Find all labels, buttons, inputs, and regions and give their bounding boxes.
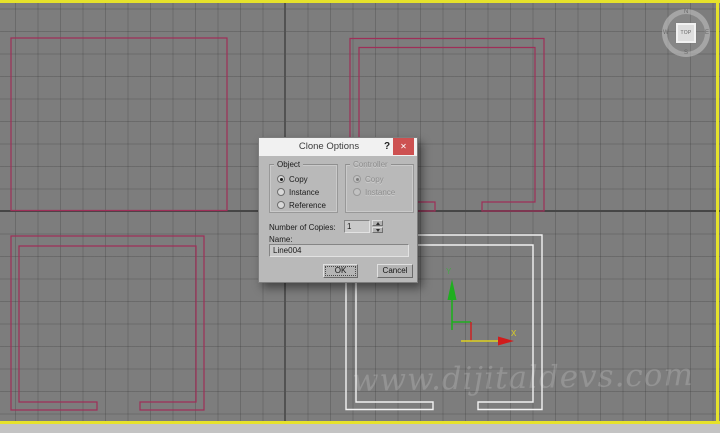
radio-object-reference-label: Reference xyxy=(289,200,326,210)
copies-input[interactable] xyxy=(344,220,370,233)
radio-controller-copy-label: Copy xyxy=(365,174,384,184)
radio-icon xyxy=(353,188,361,196)
radio-icon xyxy=(353,175,361,183)
spline-wall-outline-bottom-left[interactable] xyxy=(10,235,205,411)
radio-icon xyxy=(277,175,285,183)
viewcube-west-label: W xyxy=(663,30,669,36)
radio-object-instance[interactable]: Instance xyxy=(277,187,319,197)
radio-object-copy[interactable]: Copy xyxy=(277,174,308,184)
dialog-body: Object Copy Instance Reference Controlle… xyxy=(259,156,417,284)
gizmo-y-axis-arrowhead[interactable] xyxy=(447,279,457,300)
copies-label: Number of Copies: xyxy=(269,223,336,232)
close-icon[interactable]: ✕ xyxy=(393,138,414,155)
spinner-down-icon[interactable] xyxy=(372,227,383,233)
radio-object-copy-label: Copy xyxy=(289,174,308,184)
clone-options-dialog: Clone Options ? ✕ Object Copy Instance R… xyxy=(258,137,418,283)
copies-row: Number of Copies: xyxy=(269,220,409,234)
ok-button[interactable]: OK xyxy=(323,264,358,278)
radio-object-instance-label: Instance xyxy=(289,187,320,197)
copies-spinner xyxy=(372,220,383,233)
radio-controller-instance: Instance xyxy=(353,187,395,197)
dialog-title: Clone Options xyxy=(298,141,360,152)
viewcube[interactable]: N S W E TOP xyxy=(662,9,710,57)
object-groupbox: Object Copy Instance Reference xyxy=(269,160,338,213)
name-label: Name: xyxy=(269,235,293,244)
radio-controller-copy: Copy xyxy=(353,174,384,184)
help-icon[interactable]: ? xyxy=(380,138,394,156)
gizmo-y-axis-label: Y xyxy=(446,267,452,276)
dialog-titlebar[interactable]: Clone Options ? ✕ xyxy=(259,138,417,156)
radio-icon xyxy=(277,201,285,209)
cancel-button[interactable]: Cancel xyxy=(377,264,413,278)
viewcube-north-label: N xyxy=(684,9,689,15)
move-gizmo: Y X xyxy=(446,267,517,346)
gizmo-x-axis-label: X xyxy=(511,329,517,338)
viewport-active-border-bottom xyxy=(0,421,720,424)
viewport-active-border-right xyxy=(716,0,719,424)
controller-group-label: Controller xyxy=(350,160,391,169)
spinner-up-icon[interactable] xyxy=(372,220,383,226)
radio-controller-instance-label: Instance xyxy=(365,187,396,197)
viewport-active-border-top xyxy=(0,0,720,3)
spline-rectangle-top-left[interactable] xyxy=(10,37,228,212)
radio-object-reference[interactable]: Reference xyxy=(277,200,326,210)
viewcube-top-face[interactable]: TOP xyxy=(676,23,696,43)
controller-groupbox: Controller Copy Instance xyxy=(345,160,414,213)
radio-icon xyxy=(277,188,285,196)
screenshot-root: Y X www.dijitaldevs.com N S W E TOP Clon… xyxy=(0,0,720,433)
object-group-label: Object xyxy=(274,160,304,169)
viewcube-east-label: E xyxy=(704,30,709,36)
name-input[interactable] xyxy=(269,244,409,257)
viewcube-south-label: S xyxy=(684,50,689,56)
